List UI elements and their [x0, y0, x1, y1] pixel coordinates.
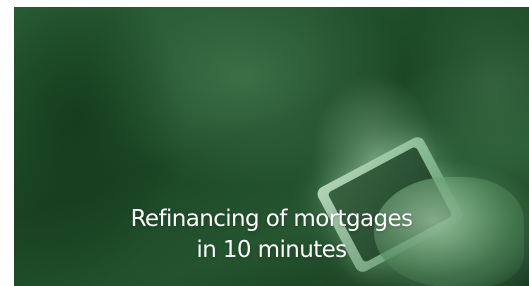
- page-frame: Refinancing of mortgages in 10 minutes: [0, 0, 529, 286]
- headline-line-1: Refinancing of mortgages: [130, 206, 413, 232]
- hero-banner[interactable]: Refinancing of mortgages in 10 minutes: [14, 7, 529, 286]
- headline-line-2: in 10 minutes: [196, 237, 347, 263]
- banner-headline: Refinancing of mortgages in 10 minutes: [14, 204, 529, 266]
